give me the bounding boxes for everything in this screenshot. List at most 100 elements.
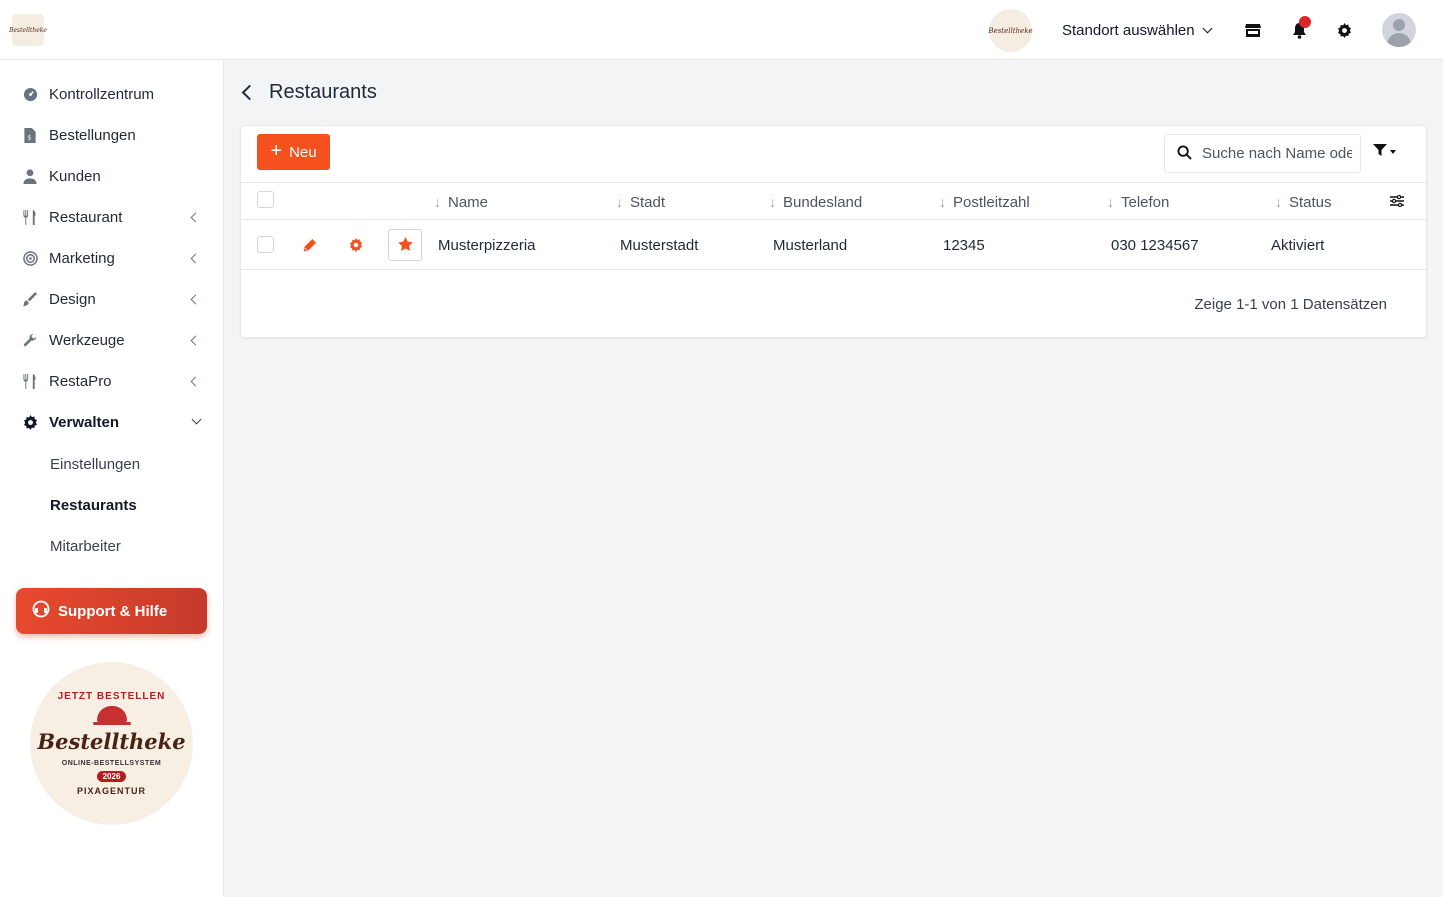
sort-arrow-icon: ↓ bbox=[939, 194, 946, 210]
sidebar-item-verwalten[interactable]: Verwalten bbox=[0, 402, 224, 443]
avatar-head bbox=[1393, 19, 1405, 31]
cloche-icon bbox=[92, 706, 131, 725]
search-box bbox=[1164, 134, 1361, 173]
star-icon bbox=[397, 236, 413, 254]
page-header: Restaurants bbox=[240, 80, 377, 104]
chevron-down-icon bbox=[1202, 23, 1213, 33]
sidebar-item-label: Restaurant bbox=[49, 209, 123, 226]
column-header-bundesland[interactable]: ↓ Bundesland bbox=[769, 183, 862, 221]
sidebar-item-label: Bestellungen bbox=[49, 127, 136, 144]
support-button[interactable]: Support & Hilfe bbox=[16, 588, 207, 634]
brand-logo[interactable]: Bestelltheke bbox=[9, 14, 47, 46]
new-button-label: Neu bbox=[289, 143, 317, 161]
sidebar-item-kunden[interactable]: Kunden bbox=[0, 156, 224, 197]
gear-icon[interactable] bbox=[346, 235, 366, 255]
sidebar-item-label: Kontrollzentrum bbox=[49, 86, 155, 103]
row-checkbox[interactable] bbox=[257, 236, 274, 253]
cell-zip: 12345 bbox=[943, 236, 985, 254]
restaurants-card: + Neu ↓ Name ↓ Stadt ↓ Bundesland ↓ Postleit… bbox=[240, 125, 1427, 338]
gear-icon bbox=[22, 415, 38, 431]
wrench-icon bbox=[22, 333, 38, 349]
badge-arc-top: JETZT BESTELLEN bbox=[57, 691, 166, 702]
chevron-left-icon bbox=[190, 212, 201, 223]
search-icon bbox=[1177, 144, 1192, 163]
cell-city: Musterstadt bbox=[620, 236, 699, 254]
sidebar-item-label: Design bbox=[49, 291, 96, 308]
table-header: ↓ Name ↓ Stadt ↓ Bundesland ↓ Postleitzahl ↓… bbox=[241, 182, 1426, 220]
sidebar-item-werkzeuge[interactable]: Werkzeuge bbox=[0, 320, 224, 361]
sidebar-item-marketing[interactable]: Marketing bbox=[0, 238, 224, 279]
sidebar-subitem-einstellungen[interactable]: Einstellungen bbox=[50, 449, 210, 479]
headset-icon bbox=[32, 600, 50, 622]
column-header-label: Status bbox=[1289, 193, 1332, 211]
store-icon[interactable] bbox=[1244, 21, 1262, 39]
page-title: Restaurants bbox=[269, 80, 377, 103]
sidebar-item-bestellungen[interactable]: $ Bestellungen bbox=[0, 115, 224, 156]
brush-icon bbox=[22, 292, 38, 308]
bestelltheke-badge-logo: JETZT BESTELLEN Bestelltheke ONLINE-BEST… bbox=[30, 662, 193, 825]
support-button-label: Support & Hilfe bbox=[58, 602, 168, 620]
avatar[interactable] bbox=[1382, 13, 1416, 47]
utensils-icon bbox=[22, 210, 38, 226]
column-header-label: Postleitzahl bbox=[953, 193, 1030, 211]
badge-subline: ONLINE-BESTELLSYSTEM bbox=[61, 760, 162, 767]
search-input[interactable] bbox=[1202, 145, 1352, 162]
sidebar-item-label: Verwalten bbox=[49, 414, 120, 431]
chevron-left-icon bbox=[190, 294, 201, 305]
filter-button[interactable] bbox=[1373, 144, 1401, 160]
column-header-name[interactable]: ↓ Name bbox=[434, 183, 488, 221]
sidebar-item-label: Werkzeuge bbox=[49, 332, 125, 349]
location-select[interactable]: Standort auswählen bbox=[1062, 20, 1213, 40]
sidebar-subitem-mitarbeiter[interactable]: Mitarbeiter bbox=[50, 531, 210, 561]
sort-arrow-icon: ↓ bbox=[1275, 194, 1282, 210]
user-icon bbox=[22, 169, 38, 185]
sidebar-subitem-restaurants[interactable]: Restaurants bbox=[50, 490, 210, 520]
back-chevron-icon[interactable] bbox=[241, 84, 258, 100]
column-header-stadt[interactable]: ↓ Stadt bbox=[616, 183, 665, 221]
badge-wordmark: Bestelltheke bbox=[37, 729, 186, 754]
gear-icon[interactable] bbox=[1335, 21, 1353, 39]
column-header-label: Stadt bbox=[630, 193, 666, 211]
plus-icon: + bbox=[270, 140, 283, 162]
sidebar-item-label: Marketing bbox=[49, 250, 115, 267]
utensils-icon bbox=[22, 374, 38, 390]
column-header-label: Name bbox=[448, 193, 489, 211]
pagination-info: Zeige 1-1 von 1 Datensätzen bbox=[1194, 296, 1387, 313]
chevron-down-icon bbox=[191, 414, 202, 425]
brand-logo-text: Bestelltheke bbox=[9, 26, 47, 34]
receipt-icon: $ bbox=[22, 128, 38, 144]
sort-arrow-icon: ↓ bbox=[1107, 194, 1114, 210]
sidebar-item-restapro[interactable]: RestaPro bbox=[0, 361, 224, 402]
filter-icon bbox=[1373, 144, 1387, 160]
location-logo-text: Bestelltheke bbox=[988, 26, 1033, 35]
sidebar: Kontrollzentrum $ Bestellungen Kunden Re… bbox=[0, 60, 224, 897]
sidebar-item-restaurant[interactable]: Restaurant bbox=[0, 197, 224, 238]
column-settings-icon[interactable] bbox=[1390, 194, 1406, 210]
column-header-label: Telefon bbox=[1121, 193, 1170, 211]
avatar-body bbox=[1387, 33, 1411, 47]
table-row: Musterpizzeria Musterstadt Musterland 12… bbox=[241, 220, 1426, 270]
sidebar-item-label: RestaPro bbox=[49, 373, 112, 390]
svg-text:$: $ bbox=[27, 133, 31, 141]
badge-arc-bottom: PIXAGENTUR bbox=[76, 786, 146, 796]
pencil-icon[interactable] bbox=[299, 235, 319, 255]
sidebar-item-design[interactable]: Design bbox=[0, 279, 224, 320]
chevron-left-icon bbox=[190, 253, 201, 264]
column-header-status[interactable]: ↓ Status bbox=[1275, 183, 1332, 221]
target-icon bbox=[22, 251, 38, 267]
sort-arrow-icon: ↓ bbox=[769, 194, 776, 210]
cell-name[interactable]: Musterpizzeria bbox=[438, 220, 536, 270]
dashboard-icon bbox=[22, 87, 38, 103]
select-all-checkbox[interactable] bbox=[257, 191, 274, 208]
column-header-telefon[interactable]: ↓ Telefon bbox=[1107, 183, 1169, 221]
sidebar-item-label: Kunden bbox=[49, 168, 101, 185]
cell-state: Musterland bbox=[773, 236, 848, 254]
column-header-postleitzahl[interactable]: ↓ Postleitzahl bbox=[939, 183, 1030, 221]
location-logo: Bestelltheke bbox=[988, 9, 1033, 52]
new-button[interactable]: + Neu bbox=[257, 134, 330, 170]
favorite-button[interactable] bbox=[388, 229, 422, 261]
sort-arrow-icon: ↓ bbox=[434, 194, 441, 210]
sidebar-item-kontrollzentrum[interactable]: Kontrollzentrum bbox=[0, 74, 224, 115]
location-select-label: Standort auswählen bbox=[1062, 21, 1195, 39]
column-header-label: Bundesland bbox=[783, 193, 863, 211]
